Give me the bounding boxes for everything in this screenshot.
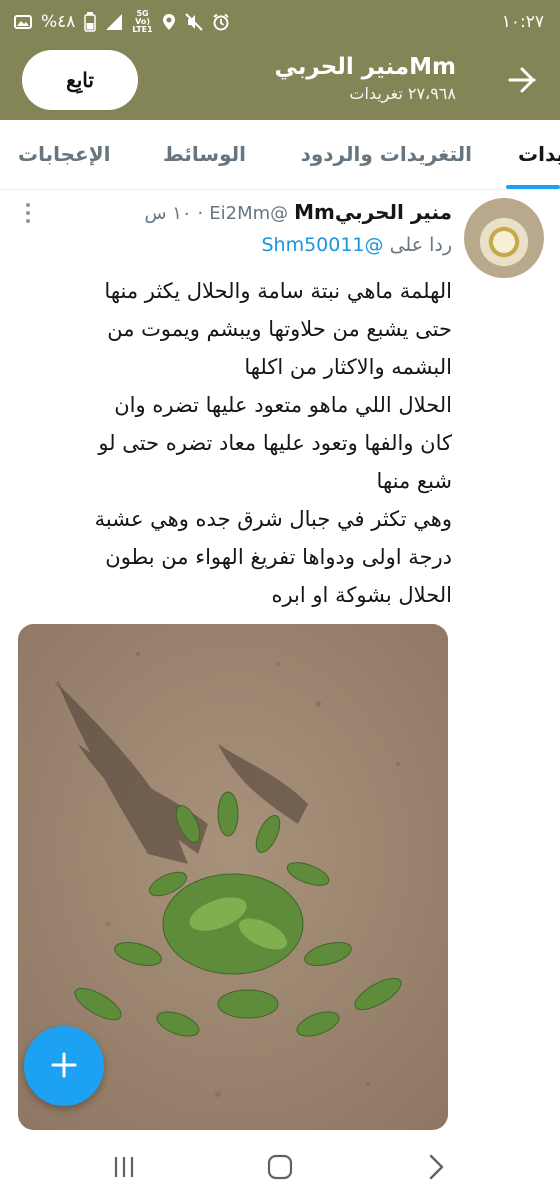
tweet-separator: · (197, 203, 204, 224)
profile-tabs: يدات التغريدات والردود الوسائط الإعجابات (0, 120, 560, 190)
battery-icon (84, 12, 97, 32)
location-icon (162, 13, 176, 31)
tweet-author-name[interactable]: منير الحربيMm (294, 200, 452, 224)
tab-media[interactable]: الوسائط (163, 142, 246, 166)
home-icon[interactable] (264, 1151, 296, 1183)
follow-button[interactable]: تابِع (22, 50, 138, 110)
back-arrow-icon[interactable] (506, 64, 538, 96)
avatar[interactable] (464, 198, 544, 278)
plus-icon (50, 1051, 78, 1082)
reply-prefix: ردا على (389, 234, 452, 256)
recent-apps-icon[interactable] (108, 1151, 140, 1183)
status-time: ١٠:٢٧ (501, 12, 544, 32)
reply-mention-link[interactable]: @Shm50011 (261, 234, 383, 256)
tweet-header: منير الحربيMm @Ei2Mm · ١٠ س (144, 200, 452, 224)
tweet-author-handle: @Ei2Mm (209, 203, 289, 224)
header-titles: منير الحربيMm ٢٧،٩٦٨ تغريدات (274, 52, 456, 106)
system-nav-bar (0, 1135, 560, 1200)
network-indicator: 5G Vo) LTE1 (132, 10, 152, 34)
status-icons: %٤٨ 5G Vo) LTE1 (14, 10, 230, 34)
compose-tweet-button[interactable] (24, 1026, 104, 1106)
nav-back-icon[interactable] (420, 1151, 452, 1183)
more-options-icon[interactable] (24, 202, 32, 224)
battery-text: %٤٨ (41, 12, 76, 32)
tweet[interactable]: منير الحربيMm @Ei2Mm · ١٠ س ردا على @Shm… (0, 190, 560, 1135)
status-bar: %٤٨ 5G Vo) LTE1 ١٠:٢٧ (0, 0, 560, 44)
alarm-icon (212, 13, 230, 31)
reply-context: ردا على @Shm50011 (261, 234, 452, 256)
tweet-time: ١٠ س (144, 203, 192, 224)
tab-likes[interactable]: الإعجابات (18, 142, 110, 166)
header-profile-name: منير الحربيMm (274, 54, 456, 80)
signal-icon (105, 13, 123, 31)
tweet-text: الهلمة ماهي نبتة سامة والحلال يكثر منها … (94, 279, 452, 607)
tab-tweets[interactable]: يدات (518, 142, 560, 166)
active-tab-indicator (506, 185, 560, 189)
tab-tweets-and-replies[interactable]: التغريدات والردود (301, 142, 472, 166)
mute-icon (184, 13, 203, 31)
profile-header: تابِع منير الحربيMm ٢٧،٩٦٨ تغريدات (0, 44, 560, 120)
header-tweet-count: ٢٧،٩٦٨ تغريدات (349, 84, 456, 103)
gallery-icon (14, 14, 32, 30)
network-lte: LTE1 (132, 25, 153, 34)
